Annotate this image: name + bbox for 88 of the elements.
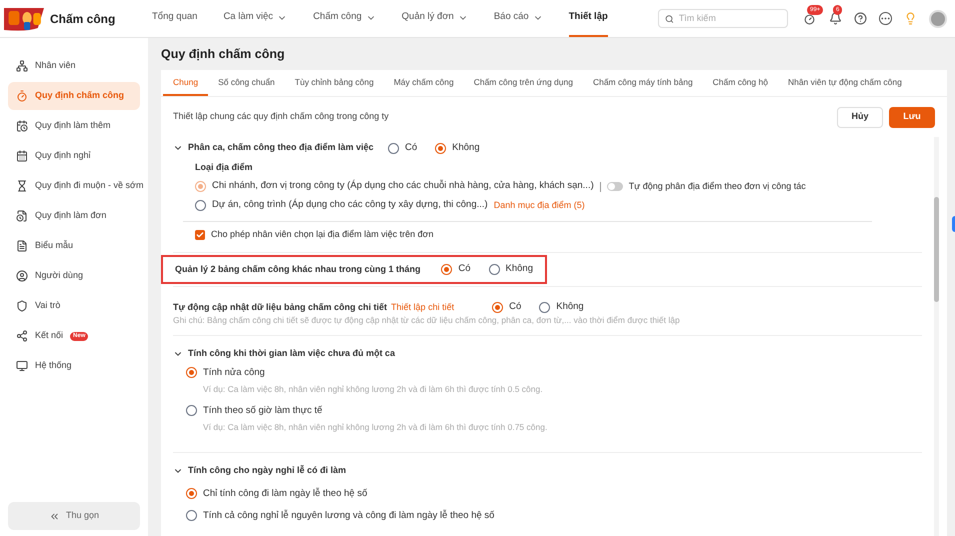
setting-label: Tự động cập nhật dữ liệu bảng chấm công chi tiết — [173, 300, 388, 314]
calendar-icon — [16, 150, 28, 162]
radio-button[interactable] — [186, 367, 197, 378]
save-button[interactable]: Lưu — [889, 106, 935, 128]
option-label: Dự án, công trình (Áp dụng cho các công ty xây dựng, thi công...) — [212, 198, 488, 212]
calendar-clock-icon — [16, 120, 28, 132]
timer-icon — [802, 12, 816, 25]
nav-link[interactable]: Báo cáo — [494, 0, 543, 37]
search-input[interactable]: Tìm kiếm — [678, 12, 781, 26]
section-title: Tính công cho ngày nghỉ lễ có đi làm — [188, 464, 346, 477]
double-chevron-icon — [48, 510, 60, 522]
option-label: Không — [506, 262, 533, 276]
radio-button[interactable] — [195, 200, 206, 211]
option-label: Tính cả công nghỉ lễ nguyên lương và công đi làm ngày lễ theo hệ số — [203, 508, 494, 523]
radio-button[interactable] — [388, 142, 399, 154]
option-label: Không — [452, 140, 480, 155]
hourglass-icon — [16, 180, 28, 192]
radio-button[interactable] — [186, 510, 197, 522]
tab[interactable]: Chấm công trên ứng dụng — [464, 70, 583, 96]
avatar[interactable] — [929, 10, 947, 28]
sidebar-item[interactable]: Quy định làm đơn — [8, 202, 140, 230]
more-icon[interactable] — [879, 12, 892, 25]
tab[interactable]: Chấm công hộ — [702, 70, 778, 96]
help-icon[interactable] — [854, 12, 867, 25]
app-title: Chấm công — [50, 10, 116, 28]
nav-link[interactable]: Tổng quan — [152, 0, 198, 37]
radio-button[interactable] — [435, 142, 446, 154]
sidebar-item[interactable]: Nhân viên — [8, 52, 140, 80]
note-text: Ghi chú: Bảng chấm công chi tiết sẽ được tự động cập nhật từ các dữ liệu chấm công, phân ca, đơn từ,... vào thời điểm được thiết lập — [173, 314, 681, 327]
radio-button[interactable] — [186, 488, 197, 500]
sidebar-item[interactable]: Quy định nghỉ — [8, 142, 140, 170]
option-label: Không — [556, 300, 584, 314]
option-label: Tính nửa công — [203, 366, 265, 380]
nav-link[interactable]: Chấm công — [313, 0, 376, 37]
share-icon — [16, 330, 28, 342]
option-label: Tính theo số giờ làm thực tế — [203, 404, 322, 418]
radio-button[interactable] — [492, 302, 504, 313]
monitor-icon — [16, 360, 28, 372]
sidebar-item[interactable]: Vai trò — [8, 292, 140, 320]
file-clock-icon — [16, 210, 28, 222]
option-label: Có — [405, 140, 418, 155]
example-text: Ví dụ: Ca làm việc 8h, nhân viên nghỉ không lương 2h và đi làm 6h thì được tính 0.5 công. — [202, 383, 544, 396]
page-title: Quy định chấm công — [161, 46, 286, 63]
section-title: Phân ca, chấm công theo địa điểm làm việc — [188, 141, 375, 154]
tab[interactable]: Số công chuẩn — [208, 70, 285, 96]
document-icon — [16, 240, 28, 252]
tab[interactable]: Tùy chỉnh bảng công — [284, 70, 384, 96]
nav-link[interactable]: Quản lý đơn — [402, 0, 468, 37]
option-label: Có — [458, 262, 471, 276]
link[interactable]: Danh mục địa điểm (5) — [494, 198, 585, 212]
timer-icon — [16, 90, 28, 102]
tab[interactable]: Máy chấm công — [384, 70, 464, 96]
sidebar-item[interactable]: Biểu mẫu — [8, 232, 140, 260]
setting-label: Quản lý 2 bảng chấm công khác nhau trong cùng 1 tháng — [175, 262, 421, 276]
tab[interactable]: Chấm công máy tính bảng — [582, 70, 703, 96]
search-field[interactable]: Tìm kiếm — [658, 9, 788, 28]
tab[interactable]: Nhân viên tự động chấm công — [778, 70, 912, 96]
collapse-button[interactable]: Thu gọn — [8, 502, 140, 530]
sidebar-item[interactable]: Hệ thống — [8, 352, 140, 380]
option-label: Chi nhánh, đơn vị trong công ty (Áp dụng cho các chuỗi nhà hàng, cửa hàng, khách sạn...) — [212, 179, 594, 194]
radio-button[interactable] — [539, 302, 550, 313]
logo-icon — [4, 6, 44, 32]
notification-button[interactable] — [828, 12, 842, 26]
section-title: Tính công khi thời gian làm việc chưa đủ một ca — [188, 347, 395, 360]
nav-link[interactable]: Ca làm việc — [223, 0, 288, 37]
nav-link[interactable]: Thiết lập — [568, 0, 608, 37]
radio-button[interactable] — [488, 264, 500, 275]
sidebar-item[interactable]: Quy định làm thêm — [8, 112, 140, 140]
radio-button[interactable] — [186, 405, 197, 416]
network-icon — [16, 60, 28, 72]
sidebar-item[interactable]: Người dùng — [8, 262, 140, 290]
shield-icon — [16, 300, 28, 312]
user-icon — [16, 270, 28, 282]
tab[interactable]: Chung — [163, 70, 208, 96]
check-icon — [196, 231, 204, 239]
example-text: Ví dụ: Ca làm việc 8h, nhân viên nghỉ không lương 2h và đi làm 6h thì được tính 0.75 công. — [202, 421, 548, 434]
toggle-label: Tự động phân địa điểm theo đơn vị công tác — [628, 180, 806, 193]
side-handle[interactable] — [952, 216, 955, 232]
cancel-button[interactable]: Hủy — [837, 106, 883, 128]
radio-button[interactable] — [441, 264, 452, 275]
option-label: Chỉ tính công đi làm ngày lễ theo hệ số — [203, 486, 368, 501]
search-icon — [665, 14, 674, 24]
subsection-title: Loại địa điểm — [194, 161, 254, 174]
option-label: Có — [509, 300, 522, 314]
link[interactable]: Thiết lập chi tiết — [391, 300, 454, 314]
bell-icon — [828, 12, 842, 25]
checkbox-option[interactable]: Cho phép nhân viên chọn lại địa điểm làm việc trên đơn — [195, 228, 434, 242]
description-text: Thiết lập chung các quy định chấm công trong công ty — [173, 110, 389, 124]
